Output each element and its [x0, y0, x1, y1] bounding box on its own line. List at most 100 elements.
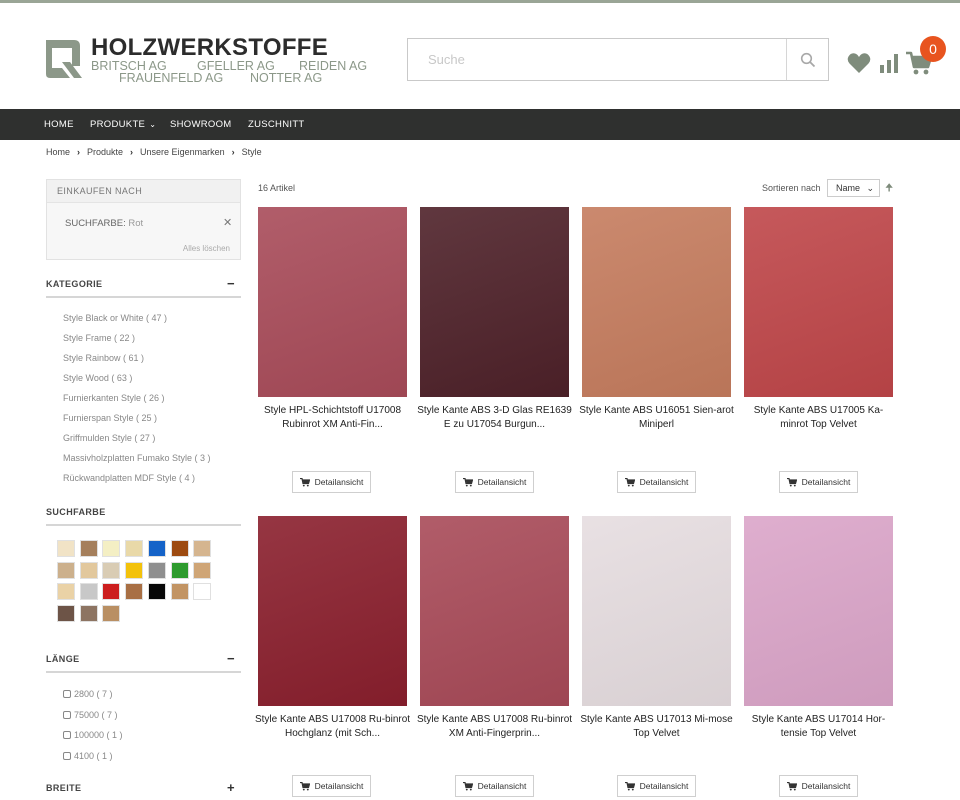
- nav-showroom[interactable]: SHOWROOM: [170, 109, 232, 140]
- logo[interactable]: HOLZWERKSTOFFE BRITSCH AG GFELLER AG REI…: [40, 34, 370, 86]
- sort-value: Name: [836, 183, 861, 193]
- kategorie-item[interactable]: Massivholzplatten Fumako Style ( 3 ): [63, 453, 241, 473]
- wishlist-button[interactable]: [847, 52, 871, 74]
- cart-icon: [624, 781, 635, 791]
- facet-breite-header[interactable]: BREITE +: [46, 780, 241, 800]
- sort-select[interactable]: Name ⌄: [827, 179, 880, 197]
- facet-laenge-header[interactable]: LÄNGE −: [46, 651, 241, 673]
- product-name[interactable]: Style Kante ABS U16051 Sien-arot Miniper…: [578, 404, 735, 431]
- laenge-item-label: 100000 ( 1 ): [74, 730, 123, 740]
- kategorie-item[interactable]: Style Wood ( 63 ): [63, 373, 241, 393]
- color-swatch[interactable]: [57, 561, 75, 579]
- laenge-item[interactable]: 75000 ( 7 ): [63, 710, 123, 731]
- detail-button[interactable]: Detailansicht: [617, 471, 696, 493]
- kategorie-item[interactable]: Style Frame ( 22 ): [63, 333, 241, 353]
- facet-kategorie-header[interactable]: KATEGORIE −: [46, 276, 241, 298]
- detail-button[interactable]: Detailansicht: [617, 775, 696, 797]
- breadcrumb-home[interactable]: Home: [46, 147, 70, 157]
- product-name[interactable]: Style Kante ABS U17013 Mi-mose Top Velve…: [578, 713, 735, 740]
- product-name[interactable]: Style Kante ABS 3-D Glas RE1639 E zu U17…: [416, 404, 573, 431]
- color-swatch[interactable]: [102, 604, 121, 622]
- search-button[interactable]: [786, 39, 828, 80]
- color-swatch[interactable]: [170, 583, 189, 600]
- product-image[interactable]: [582, 516, 731, 706]
- detail-button-label: Detailansicht: [314, 781, 364, 791]
- product-image[interactable]: [744, 516, 893, 706]
- color-swatch[interactable]: [147, 583, 166, 600]
- kategorie-item[interactable]: Furnierspan Style ( 25 ): [63, 413, 241, 433]
- checkbox[interactable]: [63, 731, 71, 739]
- detail-button[interactable]: Detailansicht: [455, 775, 534, 797]
- color-swatch[interactable]: [193, 561, 212, 579]
- facet-suchfarbe-header[interactable]: SUCHFARBE: [46, 507, 241, 526]
- search-input[interactable]: [408, 39, 786, 80]
- color-swatch[interactable]: [147, 561, 166, 579]
- color-swatch[interactable]: [79, 540, 98, 557]
- checkbox[interactable]: [63, 751, 71, 760]
- color-swatch[interactable]: [57, 540, 75, 557]
- product-image[interactable]: [258, 207, 407, 397]
- product-image[interactable]: [582, 207, 731, 397]
- product-name[interactable]: Style HPL-Schichtstoff U17008 Rubinrot X…: [254, 404, 411, 431]
- color-swatch[interactable]: [125, 583, 144, 600]
- cart-count-badge: 0: [920, 36, 946, 62]
- color-swatch[interactable]: [102, 583, 121, 600]
- color-swatch[interactable]: [79, 561, 98, 579]
- breadcrumb-eigenmarken[interactable]: Unsere Eigenmarken: [140, 147, 225, 157]
- color-swatch[interactable]: [79, 604, 98, 622]
- cart-icon: [786, 781, 797, 791]
- product-name[interactable]: Style Kante ABS U17008 Ru-binrot XM Anti…: [416, 713, 573, 740]
- product-image[interactable]: [258, 516, 407, 706]
- color-swatch[interactable]: [170, 540, 189, 557]
- divider: [46, 296, 241, 298]
- product-image[interactable]: [420, 516, 569, 706]
- detail-button[interactable]: Detailansicht: [455, 471, 534, 493]
- color-swatch[interactable]: [102, 561, 121, 579]
- kategorie-item[interactable]: Style Rainbow ( 61 ): [63, 353, 241, 373]
- laenge-item[interactable]: 4100 ( 1 ): [63, 751, 123, 772]
- color-swatch[interactable]: [125, 540, 144, 557]
- product-name[interactable]: Style Kante ABS U17014 Hor-tensie Top Ve…: [740, 713, 897, 740]
- facet-kategorie-title: KATEGORIE: [46, 279, 103, 289]
- color-swatch[interactable]: [57, 604, 75, 622]
- detail-button-label: Detailansicht: [477, 781, 527, 791]
- detail-button-label: Detailansicht: [801, 781, 851, 791]
- color-swatch[interactable]: [57, 583, 75, 600]
- nav-produkte[interactable]: PRODUKTE ⌄: [90, 109, 156, 140]
- color-swatch[interactable]: [102, 540, 121, 557]
- detail-button[interactable]: Detailansicht: [779, 775, 858, 797]
- checkbox[interactable]: [63, 690, 71, 698]
- brand-title: HOLZWERKSTOFFE: [91, 34, 329, 61]
- kategorie-item[interactable]: Style Black or White ( 47 ): [63, 313, 241, 333]
- nav-zuschnitt[interactable]: ZUSCHNITT: [248, 109, 305, 140]
- detail-button-label: Detailansicht: [801, 477, 851, 487]
- product-image[interactable]: [744, 207, 893, 397]
- color-swatch[interactable]: [147, 540, 166, 557]
- color-swatch[interactable]: [79, 583, 98, 600]
- kategorie-item[interactable]: Furnierkanten Style ( 26 ): [63, 393, 241, 413]
- remove-filter-icon[interactable]: ✕: [223, 216, 232, 229]
- nav-home[interactable]: HOME: [44, 109, 74, 140]
- laenge-item[interactable]: 2800 ( 7 ): [63, 689, 123, 710]
- clear-all-link[interactable]: Alles löschen: [183, 244, 230, 253]
- breadcrumb-produkte[interactable]: Produkte: [87, 147, 123, 157]
- color-swatch[interactable]: [170, 561, 189, 579]
- sort-direction-arrow-icon[interactable]: 🠉: [885, 181, 893, 198]
- active-filter: SUCHFARBE: Rot: [65, 218, 143, 229]
- compare-button[interactable]: [879, 52, 899, 74]
- detail-button[interactable]: Detailansicht: [292, 471, 371, 493]
- kategorie-item[interactable]: Rückwandplatten MDF Style ( 4 ): [63, 473, 241, 493]
- product-name[interactable]: Style Kante ABS U17005 Ka-minrot Top Vel…: [740, 404, 897, 431]
- product-name[interactable]: Style Kante ABS U17008 Ru-binrot Hochgla…: [254, 713, 411, 740]
- chevron-down-icon: ⌄: [866, 183, 874, 193]
- product-image[interactable]: [420, 207, 569, 397]
- checkbox[interactable]: [63, 710, 71, 719]
- color-swatch[interactable]: [125, 561, 144, 579]
- laenge-item[interactable]: 100000 ( 1 ): [63, 730, 123, 751]
- cart-icon: [462, 781, 473, 791]
- detail-button[interactable]: Detailansicht: [779, 471, 858, 493]
- detail-button[interactable]: Detailansicht: [292, 775, 371, 797]
- color-swatch[interactable]: [193, 583, 212, 600]
- kategorie-item[interactable]: Griffmulden Style ( 27 ): [63, 433, 241, 453]
- color-swatch[interactable]: [193, 540, 212, 557]
